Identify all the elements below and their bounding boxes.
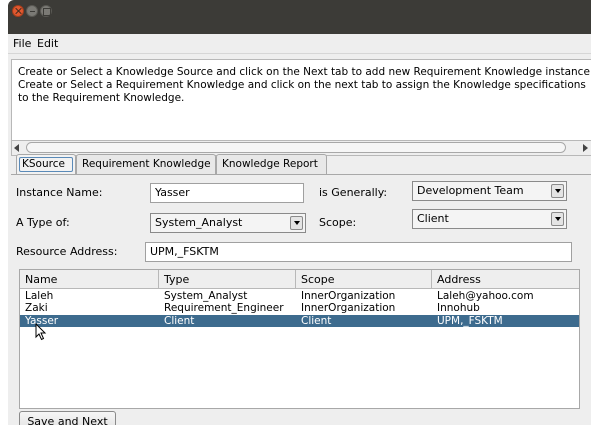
instructions-text: Create or Select a Knowledge Source and … <box>18 66 590 105</box>
is-generally-value: Development Team <box>417 184 524 197</box>
table-cell: Innohub <box>437 302 480 314</box>
column-header-name[interactable]: Name <box>20 270 159 289</box>
instructions-line: Create or Select a Knowledge Source and … <box>18 66 590 78</box>
scrollbar-thumb[interactable] <box>26 142 566 153</box>
save-and-next-button[interactable]: Save and Next <box>19 411 116 425</box>
tab-knowledge-report-label: Knowledge Report <box>222 158 318 170</box>
type-of-label: A Type of: <box>16 216 70 229</box>
dropdown-arrow-icon[interactable] <box>290 216 303 230</box>
tab-ksource-label: KSource <box>22 158 65 170</box>
menu-edit[interactable]: Edit <box>37 37 58 50</box>
menu-file[interactable]: File <box>13 37 31 50</box>
table-cell: Laleh <box>25 290 54 302</box>
is-generally-select[interactable]: Development Team <box>412 181 567 201</box>
scroll-left-arrow-icon[interactable] <box>14 144 19 152</box>
table-cell: Laleh@yahoo.com <box>437 290 534 302</box>
instructions-line: Create or Select a Requirement Knowledge… <box>18 79 586 91</box>
table-cell: Zaki <box>25 302 48 314</box>
scope-select[interactable]: Client <box>412 209 567 229</box>
table-cell: Client <box>164 315 195 327</box>
instance-name-field[interactable]: Yasser <box>150 183 304 203</box>
table-cell: UPM,_FSKTM <box>437 315 503 327</box>
instance-name-label: Instance Name: <box>16 186 103 199</box>
resource-address-field[interactable]: UPM,_FSKTM <box>145 242 572 262</box>
type-of-select[interactable]: System_Analyst <box>150 213 306 233</box>
instructions-line: to the Requirement Knowledge. <box>18 92 185 104</box>
minimize-icon[interactable] <box>26 5 38 17</box>
column-header-type[interactable]: Type <box>159 270 296 289</box>
tab-ksource[interactable]: KSource <box>16 154 76 174</box>
table-cell: InnerOrganization <box>301 290 396 302</box>
window-title-bar <box>8 0 591 34</box>
mouse-pointer-icon <box>35 323 47 341</box>
tab-requirement-knowledge-label: Requirement Knowledge <box>82 158 211 170</box>
close-icon[interactable] <box>12 5 24 17</box>
dropdown-arrow-icon[interactable] <box>551 212 564 226</box>
knowledge-source-table[interactable]: Name Type Scope Address Laleh System_Ana… <box>19 269 580 409</box>
main-panel: Create or Select a Knowledge Source and … <box>8 54 591 425</box>
maximize-icon[interactable] <box>40 5 52 17</box>
column-header-scope[interactable]: Scope <box>296 270 432 289</box>
tab-knowledge-report[interactable]: Knowledge Report <box>216 154 327 174</box>
column-header-address[interactable]: Address <box>432 270 579 289</box>
is-generally-label: is Generally: <box>319 186 388 199</box>
menu-bar: File Edit <box>8 34 591 54</box>
type-of-value: System_Analyst <box>155 216 243 229</box>
table-cell: Client <box>301 315 332 327</box>
dropdown-arrow-icon[interactable] <box>551 184 564 198</box>
tab-requirement-knowledge[interactable]: Requirement Knowledge <box>76 154 216 174</box>
table-row-selected[interactable]: Yasser Client Client UPM,_FSKTM <box>20 315 579 327</box>
scroll-right-arrow-icon[interactable] <box>583 144 588 152</box>
table-header: Name Type Scope Address <box>20 270 579 289</box>
scope-value: Client <box>417 212 449 225</box>
table-row[interactable]: Laleh System_Analyst InnerOrganization L… <box>20 290 579 302</box>
table-cell: Requirement_Engineer <box>164 302 284 314</box>
scope-label: Scope: <box>319 216 357 229</box>
table-row[interactable]: Zaki Requirement_Engineer InnerOrganizat… <box>20 302 579 314</box>
instructions-text-area[interactable]: Create or Select a Knowledge Source and … <box>11 59 591 141</box>
tab-divider <box>11 174 591 175</box>
table-cell: System_Analyst <box>164 290 248 302</box>
resource-address-label: Resource Address: <box>16 245 118 258</box>
table-cell: InnerOrganization <box>301 302 396 314</box>
